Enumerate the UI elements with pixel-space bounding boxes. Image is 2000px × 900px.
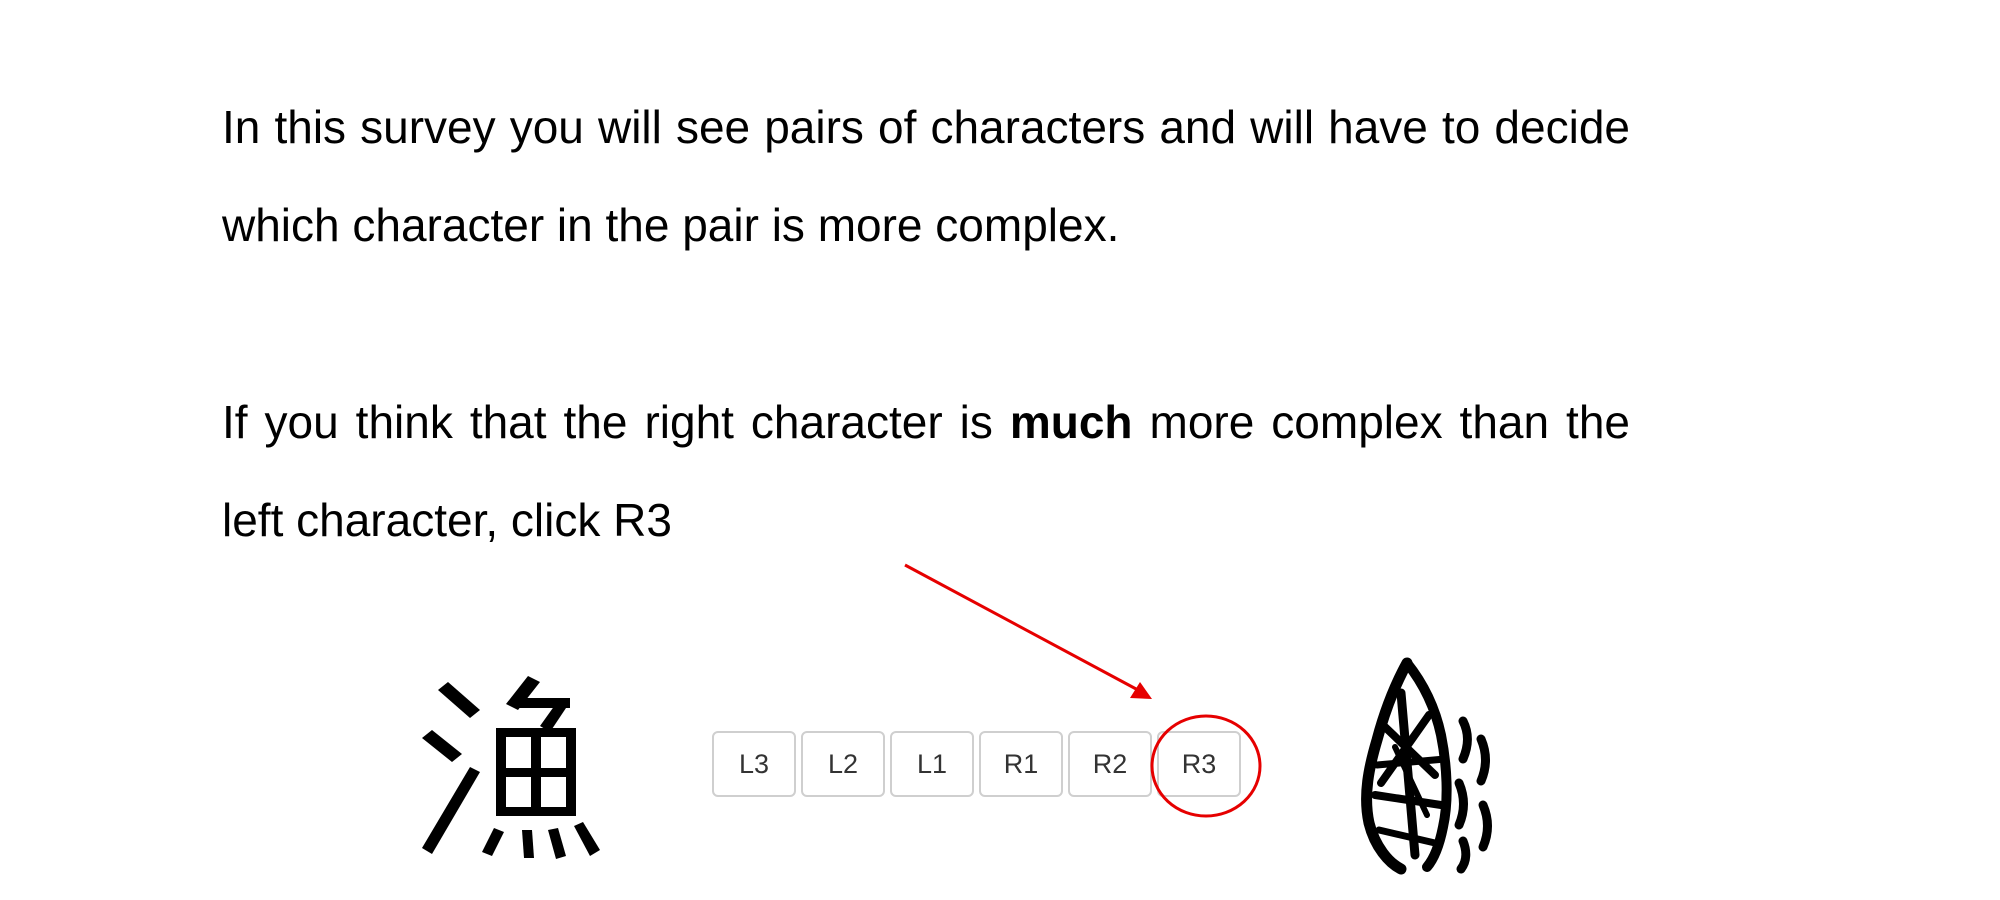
instruction-emphasis: much (1009, 396, 1133, 448)
r2-button[interactable]: R2 (1068, 731, 1152, 797)
l3-button[interactable]: L3 (712, 731, 796, 797)
instruction-text-2a: If you think that the right character is (222, 396, 1010, 448)
l1-button[interactable]: L1 (890, 731, 974, 797)
annotation-arrow-shaft (904, 563, 1139, 692)
instruction-paragraph-2: If you think that the right character is… (222, 373, 1630, 569)
right-character (1361, 657, 1492, 875)
r3-button[interactable]: R3 (1157, 731, 1241, 797)
complexity-scale: L3 L2 L1 R1 R2 R3 (712, 731, 1241, 801)
left-character: 漁 (422, 676, 600, 859)
instruction-paragraph-1: In this survey you will see pairs of cha… (222, 78, 1630, 274)
annotation-arrow-head (1130, 682, 1152, 699)
r1-button[interactable]: R1 (979, 731, 1063, 797)
instruction-text-1: In this survey you will see pairs of cha… (222, 101, 1630, 251)
l2-button[interactable]: L2 (801, 731, 885, 797)
